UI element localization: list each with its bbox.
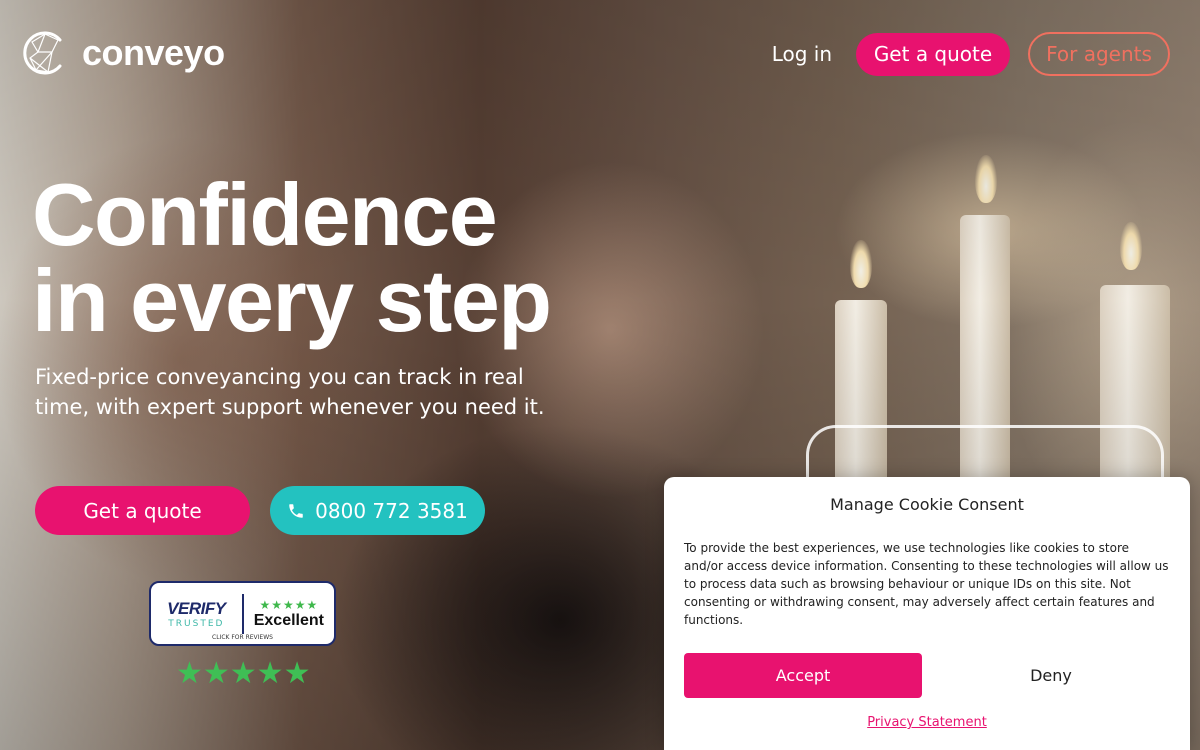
hero-cta-row: Get a quote 0800 772 3581 [35, 486, 485, 535]
nav-get-quote-button[interactable]: Get a quote [856, 32, 1010, 76]
badge-rating: Excellent [253, 611, 324, 629]
privacy-statement-link[interactable]: Privacy Statement [664, 715, 1190, 730]
verify-subtitle: TRUSTED [168, 618, 225, 629]
phone-number: 0800 772 3581 [315, 498, 468, 523]
cookie-title: Manage Cookie Consent [830, 495, 1024, 514]
hero-get-quote-button[interactable]: Get a quote [35, 486, 250, 535]
verify-logo: VERIFY TRUSTED [161, 599, 232, 629]
verify-title: VERIFY [167, 598, 226, 618]
verify-trusted-badge[interactable]: VERIFY TRUSTED ★★★★★ Excellent CLICK FOR… [149, 581, 336, 646]
headline-line-2: in every step [32, 251, 552, 350]
headline-line-1: Confidence [32, 165, 498, 264]
login-link[interactable]: Log in [772, 42, 832, 66]
cookie-accept-button[interactable]: Accept [684, 653, 922, 698]
cookie-deny-button[interactable]: Deny [932, 653, 1170, 698]
call-phone-button[interactable]: 0800 772 3581 [270, 486, 485, 535]
cookie-consent-dialog: Manage Cookie Consent To provide the bes… [664, 477, 1190, 750]
rating-stars-icon: ★★★★★ [176, 656, 311, 691]
badge-stars-icon: ★★★★★ [259, 597, 319, 612]
site-logo[interactable]: conveyo [20, 28, 225, 78]
top-nav: Log in Get a quote For agents [772, 32, 1170, 76]
badge-divider [241, 593, 244, 634]
cookie-body: To provide the best experiences, we use … [684, 541, 1169, 627]
logo-mark-icon [23, 31, 62, 75]
verify-rating-block: ★★★★★ Excellent [254, 598, 324, 630]
page-title: Confidence in every step [32, 165, 552, 350]
phone-icon [289, 503, 303, 518]
badge-click-text: CLICK FOR REVIEWS [212, 634, 273, 641]
logo-text: conveyo [82, 32, 225, 73]
hero-subheading: Fixed-price conveyancing you can track i… [35, 365, 545, 419]
for-agents-button[interactable]: For agents [1028, 32, 1170, 76]
